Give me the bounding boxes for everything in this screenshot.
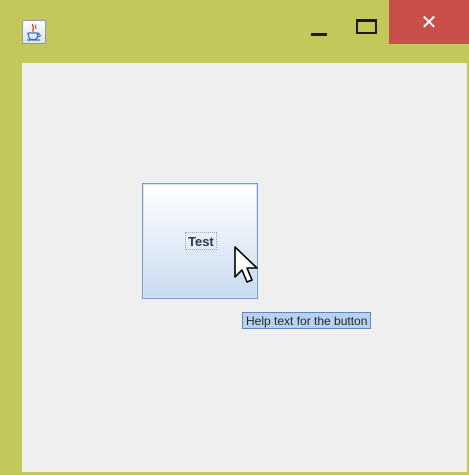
title-bar[interactable]: ✕ bbox=[0, 0, 469, 63]
application-window: ✕ Test Help text for the button bbox=[0, 0, 469, 475]
close-button[interactable]: ✕ bbox=[389, 0, 469, 44]
java-coffee-cup-icon[interactable] bbox=[22, 20, 46, 44]
mouse-pointer-icon bbox=[234, 246, 264, 294]
focus-ring: Test bbox=[185, 232, 217, 250]
tooltip: Help text for the button bbox=[242, 312, 372, 329]
test-button-label: Test bbox=[188, 234, 214, 249]
maximize-icon bbox=[356, 19, 377, 34]
maximize-button[interactable] bbox=[350, 0, 386, 44]
close-icon: ✕ bbox=[420, 10, 438, 34]
minimize-icon bbox=[311, 33, 327, 36]
minimize-button[interactable] bbox=[302, 0, 338, 44]
